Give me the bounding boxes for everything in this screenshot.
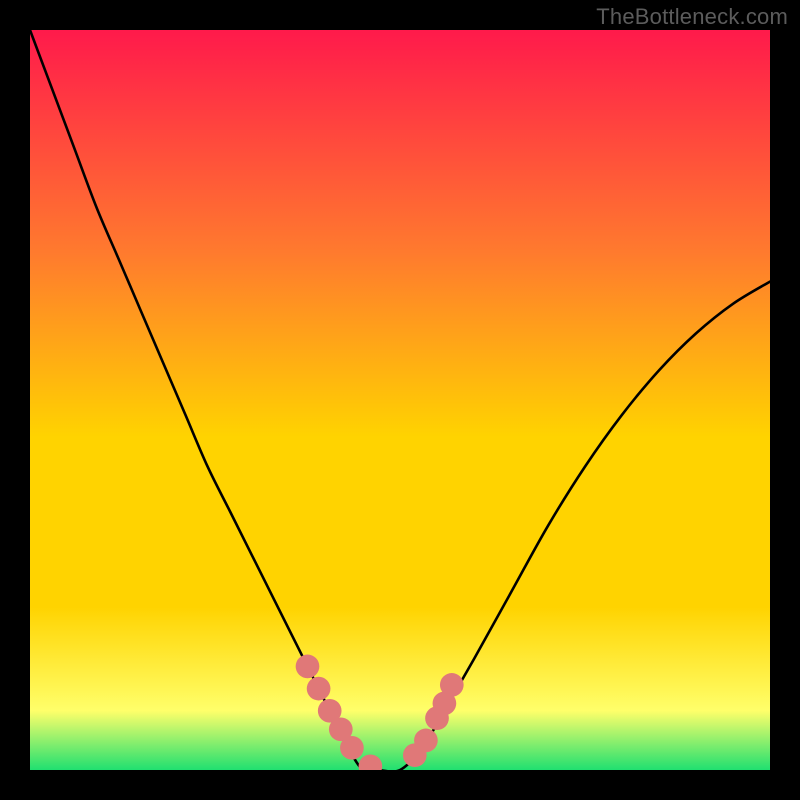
plot-background	[30, 30, 770, 770]
plot-area	[30, 30, 770, 770]
highlight-dot	[307, 677, 331, 701]
highlight-dot	[340, 736, 364, 760]
highlight-dot	[440, 673, 464, 697]
watermark-text: TheBottleneck.com	[596, 4, 788, 30]
chart-frame: TheBottleneck.com	[0, 0, 800, 800]
highlight-dot	[296, 655, 320, 679]
bottleneck-plot	[30, 30, 770, 770]
highlight-dot	[414, 729, 438, 753]
